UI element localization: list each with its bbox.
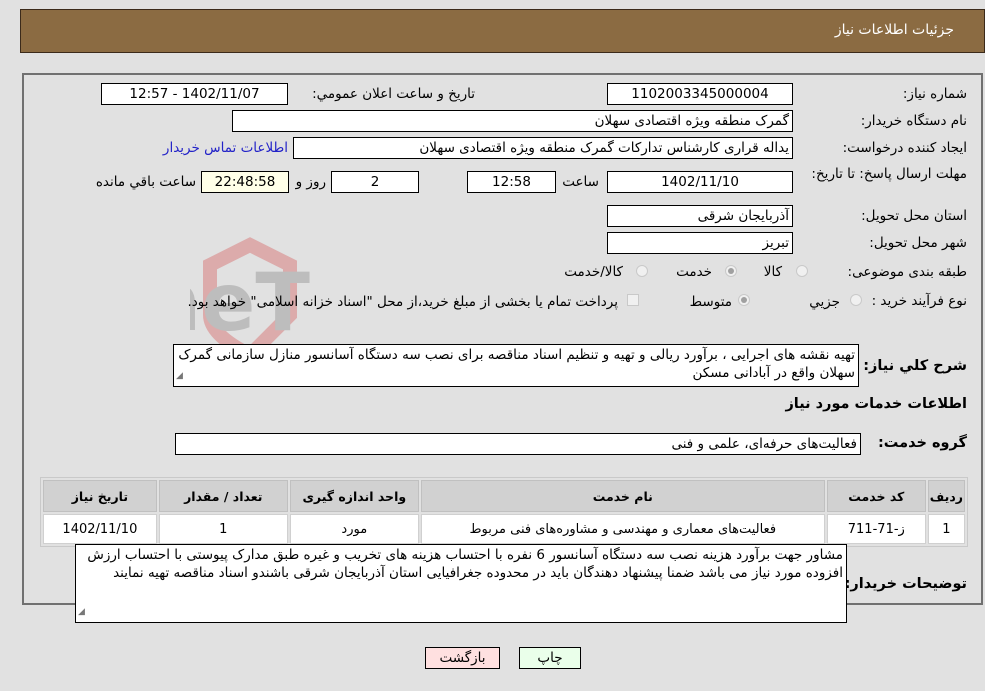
treasury-payment-checkbox[interactable] [627,294,639,306]
category-option-goods: کالا [763,264,782,280]
category-radio-goods-service[interactable] [636,265,648,277]
days-remaining-field[interactable]: 2 [331,171,419,193]
col-row: رديف [927,480,965,512]
col-need-date: تاریخ نیاز [43,480,157,512]
back-button[interactable]: بازگشت [425,647,500,669]
category-radio-goods[interactable] [796,265,808,277]
services-table: رديف کد خدمت نام خدمت واحد اندازه گیری ت… [40,477,968,547]
buyer-org-label: نام دستگاه خريدار: [860,113,967,129]
services-heading: اطلاعات خدمات مورد نياز [785,396,967,412]
purchase-radio-minor[interactable] [850,294,862,306]
purchase-option-minor: جزيي [809,294,840,310]
category-option-service: خدمت [676,264,712,280]
table-header-row: رديف کد خدمت نام خدمت واحد اندازه گیری ت… [43,480,965,512]
table-row: 1 ز-71-711 فعالیت‌های معماری و مهندسی و … [43,514,965,544]
col-unit: واحد اندازه گیری [289,480,419,512]
cell-need-date: 1402/11/10 [43,514,157,544]
resize-grip-icon[interactable]: ◢ [78,603,85,621]
deadline-label: مهلت ارسال پاسخ: تا تاریخ: [811,166,967,182]
buyer-contact-link[interactable]: اطلاعات تماس خریدار [163,140,288,156]
creator-field[interactable]: یداله قراری کارشناس تدارکات گمرک منطقه و… [293,137,793,159]
time-remaining-field[interactable]: 22:48:58 [201,171,289,193]
description-label: شرح کلي نياز: [863,358,967,374]
purchase-radio-medium[interactable] [738,294,750,306]
col-service-code: کد خدمت [826,480,926,512]
cell-row: 1 [927,514,965,544]
print-button[interactable]: چاپ [519,647,581,669]
resize-grip-icon[interactable]: ◢ [176,367,183,385]
description-textarea[interactable]: تهیه نقشه های اجرایی ، برآورد ریالی و ته… [173,344,859,387]
time-remaining-label: ساعت باقي مانده [95,174,196,190]
cell-unit: مورد [289,514,419,544]
service-group-label: گروه خدمت: [877,435,967,451]
days-label: روز و [295,174,326,190]
announce-label: تاریخ و ساعت اعلان عمومي: [312,86,475,102]
category-option-goods-service: کالا/خدمت [564,264,623,280]
province-field[interactable]: آذربایجان شرقی [607,205,793,227]
province-label: استان محل تحویل: [861,208,967,224]
deadline-time-label: ساعت [562,174,599,190]
buyer-notes-text: مشاور جهت برآورد هزینه نصب سه دستگاه آسا… [87,547,843,581]
need-number-label: شماره نیاز: [902,86,967,102]
deadline-time-field[interactable]: 12:58 [467,171,556,193]
service-group-field[interactable]: فعالیت‌های حرفه‌ای، علمی و فنی [175,433,861,455]
purchase-option-medium: متوسط [689,294,732,310]
category-label: طبقه بندی موضوعی: [847,264,967,280]
deadline-date-field[interactable]: 1402/11/10 [607,171,793,193]
need-number-field[interactable]: 1102003345000004 [607,83,793,105]
purchase-type-label: نوع فرآیند خرید : [871,293,967,309]
buyer-notes-textarea[interactable]: مشاور جهت برآورد هزینه نصب سه دستگاه آسا… [75,544,847,623]
page-title: جزئیات اطلاعات نیاز [834,22,954,38]
col-service-name: نام خدمت [420,480,825,512]
category-radio-service[interactable] [725,265,737,277]
treasury-payment-note: پرداخت تمام یا بخشی از مبلغ خرید،از محل … [187,294,618,310]
city-field[interactable]: تبریز [607,232,793,254]
cell-quantity: 1 [158,514,288,544]
creator-label: ایجاد کننده درخواست: [842,140,967,156]
city-label: شهر محل تحویل: [869,235,967,251]
buyer-notes-label: توضيحات خريدار: [844,576,967,592]
buyer-org-field[interactable]: گمرک منطقه ویژه اقتصادی سهلان [232,110,793,132]
col-quantity: تعداد / مقدار [158,480,288,512]
page-header: جزئیات اطلاعات نیاز [20,9,985,53]
description-text: تهیه نقشه های اجرایی ، برآورد ریالی و ته… [178,347,855,381]
cell-service-name: فعالیت‌های معماری و مهندسی و مشاوره‌های … [420,514,825,544]
announce-datetime-field[interactable]: 1402/11/07 - 12:57 [101,83,288,105]
cell-service-code: ز-71-711 [826,514,926,544]
